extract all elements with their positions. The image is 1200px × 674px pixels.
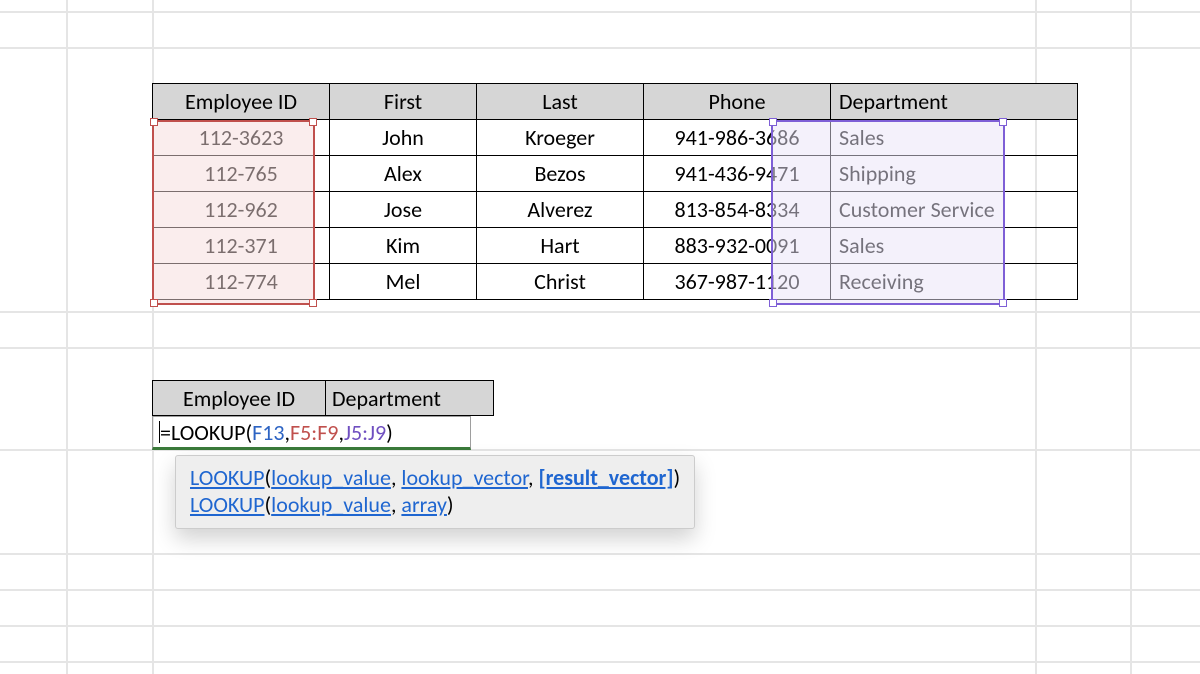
- cell-id[interactable]: 112-371: [153, 228, 330, 264]
- tooltip-fn-name[interactable]: LOOKUP: [190, 464, 265, 491]
- cell-last[interactable]: Bezos: [477, 156, 644, 192]
- tooltip-arg[interactable]: lookup_value: [271, 491, 391, 518]
- cell-first[interactable]: Alex: [330, 156, 477, 192]
- cell-dept[interactable]: Customer Service: [831, 192, 1078, 228]
- cell-first[interactable]: Mel: [330, 264, 477, 300]
- cell-first[interactable]: John: [330, 120, 477, 156]
- col-header-first[interactable]: First: [330, 84, 477, 120]
- function-tooltip[interactable]: LOOKUP(lookup_value, lookup_vector, [res…: [175, 455, 695, 529]
- table-header-row: Employee ID First Last Phone Department: [153, 84, 1078, 120]
- tooltip-arg[interactable]: array: [401, 491, 447, 518]
- formula-text: ): [386, 419, 393, 446]
- cell-last[interactable]: Christ: [477, 264, 644, 300]
- table-row[interactable]: 112-3623 John Kroeger 941-986-3686 Sales: [153, 120, 1078, 156]
- tooltip-arg-current[interactable]: [result_vector]: [538, 464, 673, 491]
- cell-phone[interactable]: 941-986-3686: [644, 120, 831, 156]
- tooltip-arg[interactable]: lookup_vector: [401, 464, 528, 491]
- table-row[interactable]: 112-371 Kim Hart 883-932-0091 Sales: [153, 228, 1078, 264]
- table-row[interactable]: 112-774 Mel Christ 367-987-1120 Receivin…: [153, 264, 1078, 300]
- tooltip-syntax-line[interactable]: LOOKUP(lookup_value, array): [190, 491, 680, 518]
- cell-phone[interactable]: 883-932-0091: [644, 228, 831, 264]
- tooltip-arg[interactable]: lookup_value: [271, 464, 391, 491]
- formula-arg-lookup-vector: F5:F9: [290, 419, 338, 446]
- formula-cell[interactable]: =LOOKUP( F13 , F5:F9 , J5:J9 ): [152, 416, 471, 450]
- cell-phone[interactable]: 941-436-9471: [644, 156, 831, 192]
- spreadsheet-viewport[interactable]: Employee ID First Last Phone Department …: [0, 0, 1200, 674]
- cell-id[interactable]: 112-962: [153, 192, 330, 228]
- cell-id[interactable]: 112-774: [153, 264, 330, 300]
- formula-arg-lookup-value: F13: [252, 419, 284, 446]
- tooltip-fn-name[interactable]: LOOKUP: [190, 491, 265, 518]
- cell-last[interactable]: Hart: [477, 228, 644, 264]
- cell-dept[interactable]: Sales: [831, 120, 1078, 156]
- employee-table[interactable]: Employee ID First Last Phone Department …: [152, 83, 1078, 300]
- cell-first[interactable]: Jose: [330, 192, 477, 228]
- col-header-phone[interactable]: Phone: [644, 84, 831, 120]
- cell-last[interactable]: Alverez: [477, 192, 644, 228]
- cell-first[interactable]: Kim: [330, 228, 477, 264]
- cell-dept[interactable]: Receiving: [831, 264, 1078, 300]
- col-header-last[interactable]: Last: [477, 84, 644, 120]
- cell-dept[interactable]: Sales: [831, 228, 1078, 264]
- col-header-employee-id[interactable]: Employee ID: [153, 84, 330, 120]
- formula-arg-result-vector: J5:J9: [344, 419, 386, 446]
- lookup-header-employee-id[interactable]: Employee ID: [153, 381, 326, 416]
- cell-last[interactable]: Kroeger: [477, 120, 644, 156]
- cell-phone[interactable]: 813-854-8334: [644, 192, 831, 228]
- table-row[interactable]: 112-765 Alex Bezos 941-436-9471 Shipping: [153, 156, 1078, 192]
- lookup-table-headers[interactable]: Employee ID Department: [152, 380, 494, 416]
- table-row[interactable]: 112-962 Jose Alverez 813-854-8334 Custom…: [153, 192, 1078, 228]
- cell-dept[interactable]: Shipping: [831, 156, 1078, 192]
- cell-phone[interactable]: 367-987-1120: [644, 264, 831, 300]
- cell-id[interactable]: 112-765: [153, 156, 330, 192]
- col-header-department[interactable]: Department: [831, 84, 1078, 120]
- formula-text: =LOOKUP(: [160, 419, 252, 446]
- lookup-header-department[interactable]: Department: [326, 381, 494, 416]
- cell-id[interactable]: 112-3623: [153, 120, 330, 156]
- tooltip-syntax-line[interactable]: LOOKUP(lookup_value, lookup_vector, [res…: [190, 464, 680, 491]
